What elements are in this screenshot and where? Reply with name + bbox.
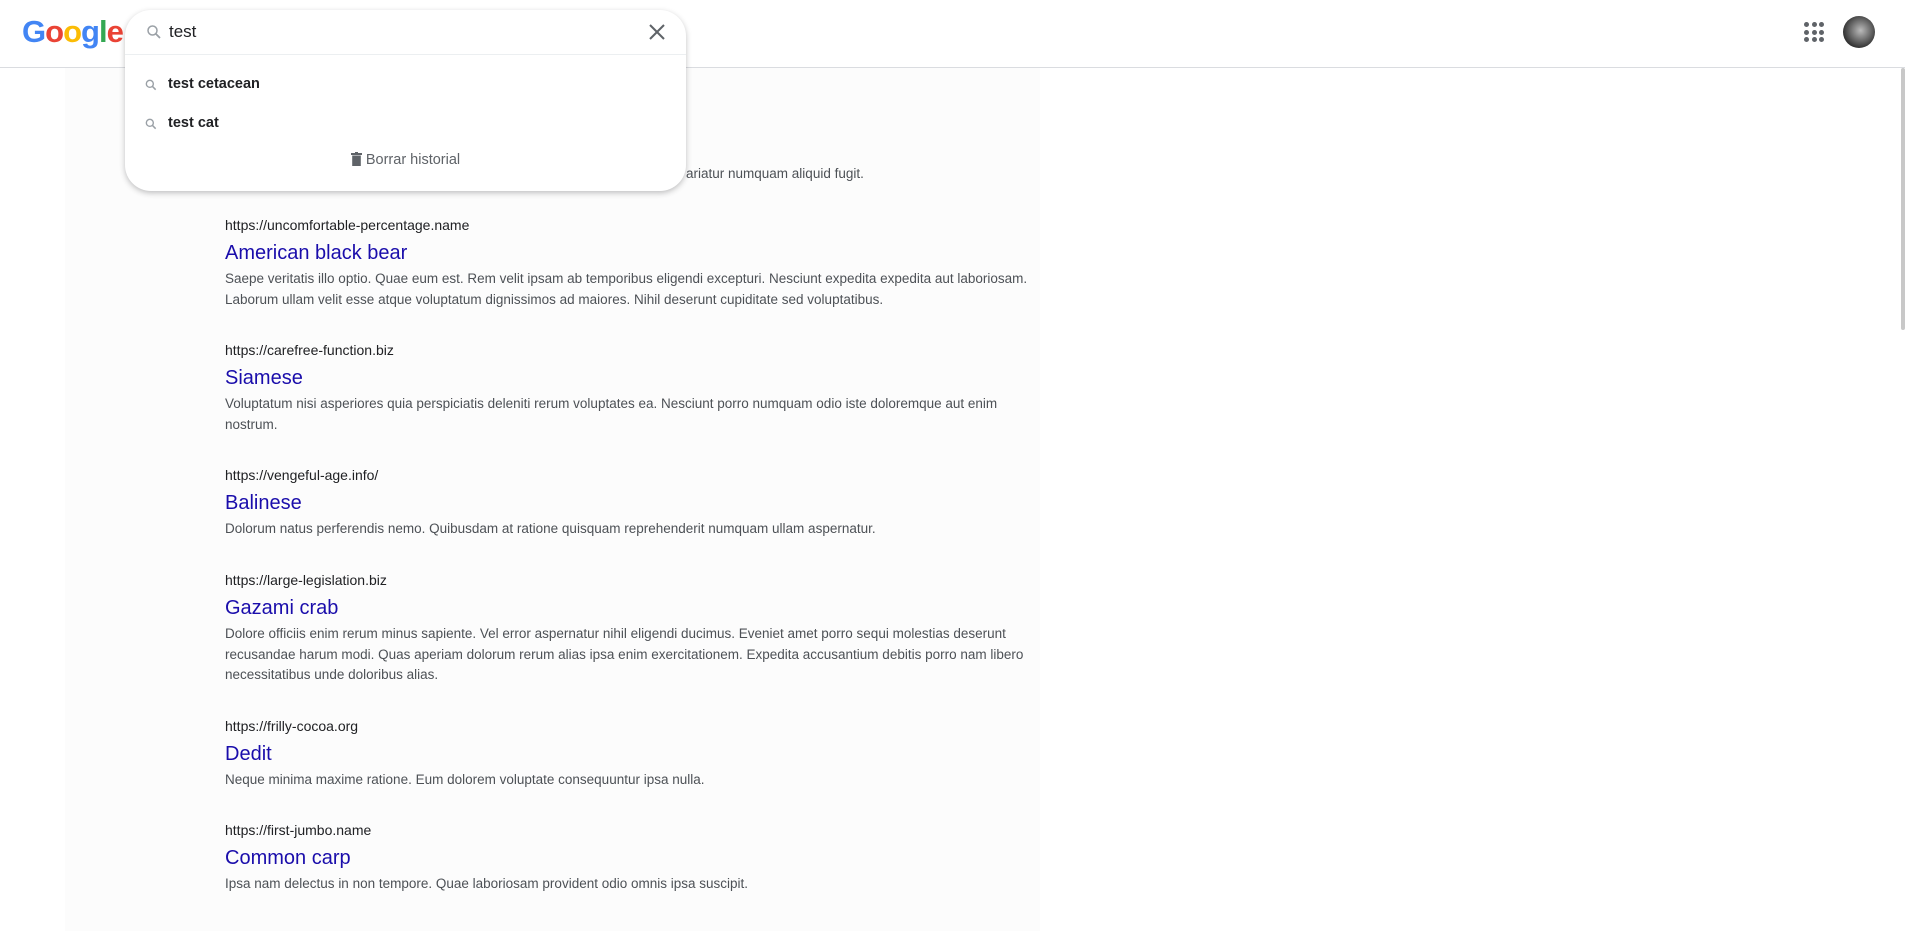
- result-snippet: Dolorum natus perferendis nemo. Quibusda…: [225, 521, 876, 537]
- search-icon: [145, 118, 157, 130]
- result-snippet: Saepe veritatis illo optio. Quae eum est…: [225, 271, 1028, 307]
- search-dropdown: test cetacean test cat Borrar historial: [125, 10, 686, 191]
- search-icon: [147, 25, 161, 39]
- suggestion-item[interactable]: test cetacean: [125, 67, 686, 103]
- result-url[interactable]: https://uncomfortable-percentage.name: [225, 215, 1030, 235]
- result-snippet: Neque minima maxime ratione. Eum dolorem…: [225, 771, 705, 787]
- result-item: https://carefree-function.biz Siamese Vo…: [225, 340, 1030, 435]
- result-snippet: Voluptatum nisi asperiores quia perspici…: [225, 396, 998, 432]
- result-item: https://uncomfortable-percentage.name Am…: [225, 215, 1030, 310]
- scrollbar[interactable]: [1901, 68, 1905, 330]
- search-bar: [125, 10, 686, 55]
- result-url[interactable]: https://frilly-cocoa.org: [225, 716, 1030, 736]
- search-icon: [145, 79, 157, 91]
- result-url[interactable]: https://large-legislation.biz: [225, 570, 1030, 590]
- clear-history-button[interactable]: Borrar historial: [125, 152, 686, 168]
- suggestion-label: test cetacean: [168, 76, 260, 92]
- result-url[interactable]: https://carefree-function.biz: [225, 340, 1030, 360]
- result-title[interactable]: Common carp: [225, 843, 351, 873]
- result-title[interactable]: Balinese: [225, 488, 302, 518]
- result-title[interactable]: American black bear: [225, 238, 407, 268]
- result-item: https://large-legislation.biz Gazami cra…: [225, 570, 1030, 686]
- result-title[interactable]: Siamese: [225, 363, 303, 393]
- trash-icon: [350, 152, 362, 166]
- result-title[interactable]: Dedit: [225, 739, 272, 769]
- search-results: https://uncomfortable-percentage.name Am…: [225, 215, 1030, 925]
- google-logo[interactable]: Google: [22, 14, 124, 50]
- result-snippet: Ipsa nam delectus in non tempore. Quae l…: [225, 876, 749, 892]
- result-snippet-fragment: ariatur numquam aliquid fugit.: [686, 166, 864, 181]
- result-item: https://first-jumbo.name Common carp Ips…: [225, 820, 1030, 895]
- suggestion-label: test cat: [168, 115, 219, 131]
- result-item: https://vengeful-age.info/ Balinese Dolo…: [225, 465, 1030, 540]
- search-input[interactable]: [169, 20, 619, 44]
- result-title[interactable]: Gazami crab: [225, 593, 338, 623]
- result-url[interactable]: https://vengeful-age.info/: [225, 465, 1030, 485]
- avatar[interactable]: [1843, 16, 1875, 48]
- result-url[interactable]: https://first-jumbo.name: [225, 820, 1030, 840]
- suggestion-item[interactable]: test cat: [125, 106, 686, 142]
- clear-history-label: Borrar historial: [365, 152, 461, 168]
- close-icon[interactable]: [645, 20, 669, 44]
- result-snippet: Dolore officiis enim rerum minus sapient…: [225, 625, 1024, 683]
- result-item: https://frilly-cocoa.org Dedit Neque min…: [225, 716, 1030, 791]
- apps-grid-icon[interactable]: [1804, 22, 1824, 42]
